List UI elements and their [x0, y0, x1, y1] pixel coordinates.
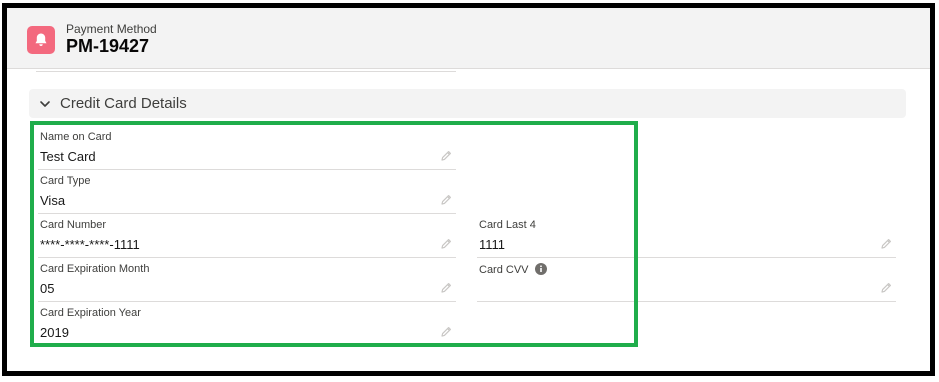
pencil-icon[interactable]	[880, 237, 892, 249]
field-card-cvv: Card CVV	[477, 258, 896, 302]
field-card-expiration-year: Card Expiration Year 2019	[38, 302, 456, 346]
field-label: Card Number	[40, 219, 107, 231]
section-title: Credit Card Details	[60, 95, 187, 112]
field-value: Visa	[40, 193, 66, 208]
divider	[36, 71, 456, 72]
pencil-icon[interactable]	[440, 149, 452, 161]
bell-icon	[27, 26, 55, 54]
record-header: Payment Method PM-19427	[7, 8, 930, 69]
field-label: Card Expiration Month	[40, 263, 150, 275]
screenshot-frame: Payment Method PM-19427 Credit Card Deta…	[2, 3, 935, 376]
field-value: 05	[40, 281, 55, 296]
field-card-expiration-month: Card Expiration Month 05	[38, 258, 456, 302]
field-name-on-card: Name on Card Test Card	[38, 126, 456, 170]
pencil-icon[interactable]	[880, 281, 892, 293]
field-label: Name on Card	[40, 131, 112, 143]
field-label: Card Last 4	[479, 219, 536, 231]
info-icon[interactable]	[534, 263, 547, 275]
field-value: 2019	[40, 325, 69, 340]
pencil-icon[interactable]	[440, 281, 452, 293]
field-card-type: Card Type Visa	[38, 170, 456, 214]
pencil-icon[interactable]	[440, 237, 452, 249]
field-label: Card CVV	[479, 263, 547, 276]
pencil-icon[interactable]	[440, 325, 452, 337]
pencil-icon[interactable]	[440, 193, 452, 205]
object-type-label: Payment Method	[66, 22, 157, 36]
field-value: 1111	[479, 237, 506, 252]
chevron-down-icon	[39, 98, 51, 110]
section-credit-card-details[interactable]: Credit Card Details	[29, 89, 906, 118]
record-name: PM-19427	[66, 36, 150, 56]
field-label: Card Expiration Year	[40, 307, 141, 319]
field-value: Test Card	[40, 149, 96, 164]
field-value: ****-****-****-1111	[40, 237, 140, 252]
field-card-number: Card Number ****-****-****-1111	[38, 214, 456, 258]
field-card-last-4: Card Last 4 1111	[477, 214, 896, 258]
field-label-text: Card CVV	[479, 264, 529, 276]
field-label: Card Type	[40, 175, 91, 187]
